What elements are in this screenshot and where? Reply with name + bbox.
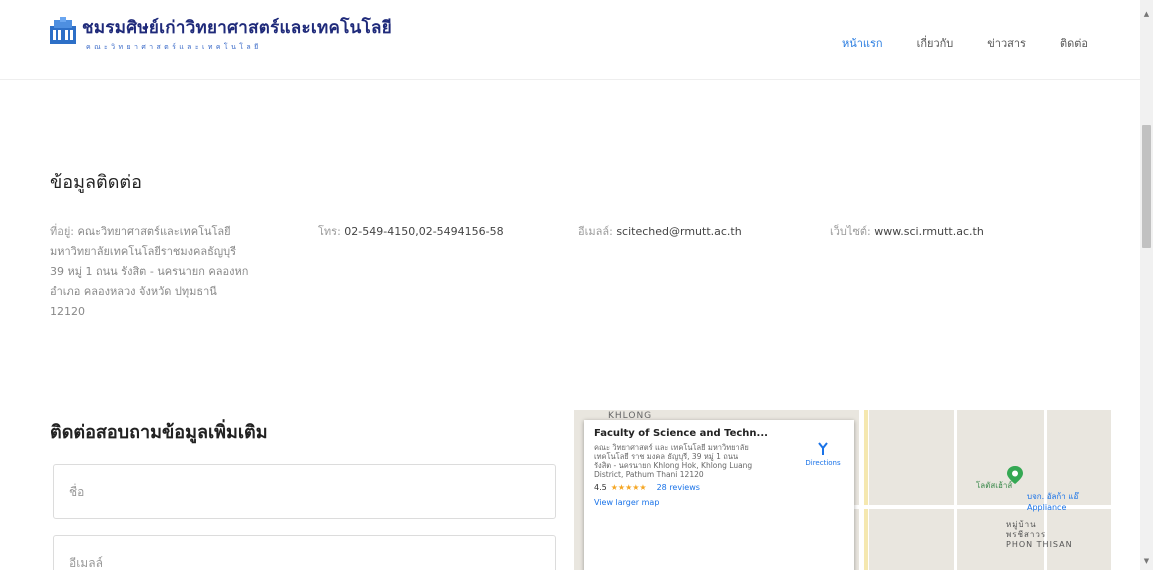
tel-label: โทร:	[318, 225, 341, 238]
nav-news[interactable]: ข่าวสาร	[987, 34, 1026, 52]
map-place-label: บจก. อัลก้า แอ๊ Appliance	[1027, 492, 1079, 512]
map-place-label: โลตัสเฮ้าส์	[976, 481, 1013, 490]
nav-contact[interactable]: ติดต่อ	[1060, 34, 1088, 52]
map-road	[954, 410, 957, 570]
email-value[interactable]: sciteched@rmutt.ac.th	[616, 225, 741, 238]
rating-value: 4.5	[594, 483, 607, 492]
logo-title: ชมรมศิษย์เก่าวิทยาศาสตร์และเทคโนโลยี	[82, 18, 392, 38]
site-header: ชมรมศิษย์เก่าวิทยาศาสตร์และเทคโนโลยี คณะ…	[0, 0, 1140, 80]
tel-info: โทร: 02-549-4150,02-5494156-58	[318, 222, 504, 242]
map-place-label: หมู่บ้าน พรชีสาวร PHON THISAN	[1006, 520, 1073, 549]
email-label: อีเมลล์:	[578, 225, 613, 238]
address-line-2: มหาวิทยาลัยเทคโนโลยีราชมงคลธัญบุรี	[50, 245, 237, 258]
address-line-5: 12120	[50, 305, 85, 318]
directions-button[interactable]: Directions	[798, 442, 848, 467]
web-info: เว็บไซต์: www.sci.rmutt.ac.th	[830, 222, 984, 242]
logo-subtitle: คณะวิทยาศาสตร์และเทคโนโลยี	[86, 43, 262, 51]
page: ชมรมศิษย์เก่าวิทยาศาสตร์และเทคโนโลยี คณะ…	[0, 0, 1140, 570]
nav-home[interactable]: หน้าแรก	[842, 34, 883, 52]
map-info-card: Faculty of Science and Techn... คณะ วิทย…	[584, 420, 854, 570]
embedded-map[interactable]: KHLONG โลตัสเฮ้าส์ บจก. อัลก้า แอ๊ Appli…	[574, 410, 1111, 570]
email-info: อีเมลล์: sciteched@rmutt.ac.th	[578, 222, 742, 242]
view-larger-map-link[interactable]: View larger map	[594, 498, 844, 507]
name-input[interactable]: ชื่อ	[53, 464, 556, 519]
map-rating: 4.5 ★★★★★ 28 reviews	[594, 483, 844, 492]
web-label: เว็บไซต์:	[830, 225, 871, 238]
contact-form-title: ติดต่อสอบถามข้อมูลเพิ่มเติม	[50, 422, 268, 443]
nav-about[interactable]: เกี่ยวกับ	[917, 34, 954, 52]
address-line-3: 39 หมู่ 1 ถนน รังสิต - นครนายก คลองหก	[50, 265, 249, 278]
star-icons: ★★★★★	[610, 483, 647, 492]
address-line-4: อำเภอ คลองหลวง จังหวัด ปทุมธานี	[50, 285, 217, 298]
address-label: ที่อยู่:	[50, 225, 75, 238]
main-nav: หน้าแรก เกี่ยวกับ ข่าวสาร ติดต่อ	[808, 34, 1088, 52]
page-scrollbar[interactable]: ▲ ▼	[1140, 0, 1153, 570]
web-value[interactable]: www.sci.rmutt.ac.th	[874, 225, 984, 238]
building-icon	[50, 17, 76, 44]
scroll-down-icon[interactable]: ▼	[1140, 555, 1153, 568]
address-info: ที่อยู่: คณะวิทยาศาสตร์และเทคโนโลยี มหาว…	[50, 222, 300, 322]
tel-value: 02-549-4150,02-5494156-58	[344, 225, 504, 238]
reviews-link[interactable]: 28 reviews	[657, 483, 700, 492]
site-logo[interactable]: ชมรมศิษย์เก่าวิทยาศาสตร์และเทคโนโลยี คณะ…	[48, 16, 392, 52]
scroll-up-icon[interactable]: ▲	[1140, 8, 1153, 21]
map-place-title: Faculty of Science and Techn...	[594, 428, 768, 439]
contact-info-title: ข้อมูลติดต่อ	[50, 172, 142, 193]
email-input[interactable]: อีเมลล์	[53, 535, 556, 570]
scroll-thumb[interactable]	[1142, 125, 1151, 248]
directions-icon	[818, 442, 828, 455]
map-road	[864, 410, 868, 570]
address-line-1: คณะวิทยาศาสตร์และเทคโนโลยี	[77, 225, 231, 238]
map-place-address: คณะ วิทยาศาสตร์ และ เทคโนโลยี มหาวิทยาลั…	[594, 443, 753, 479]
directions-label: Directions	[805, 459, 841, 467]
